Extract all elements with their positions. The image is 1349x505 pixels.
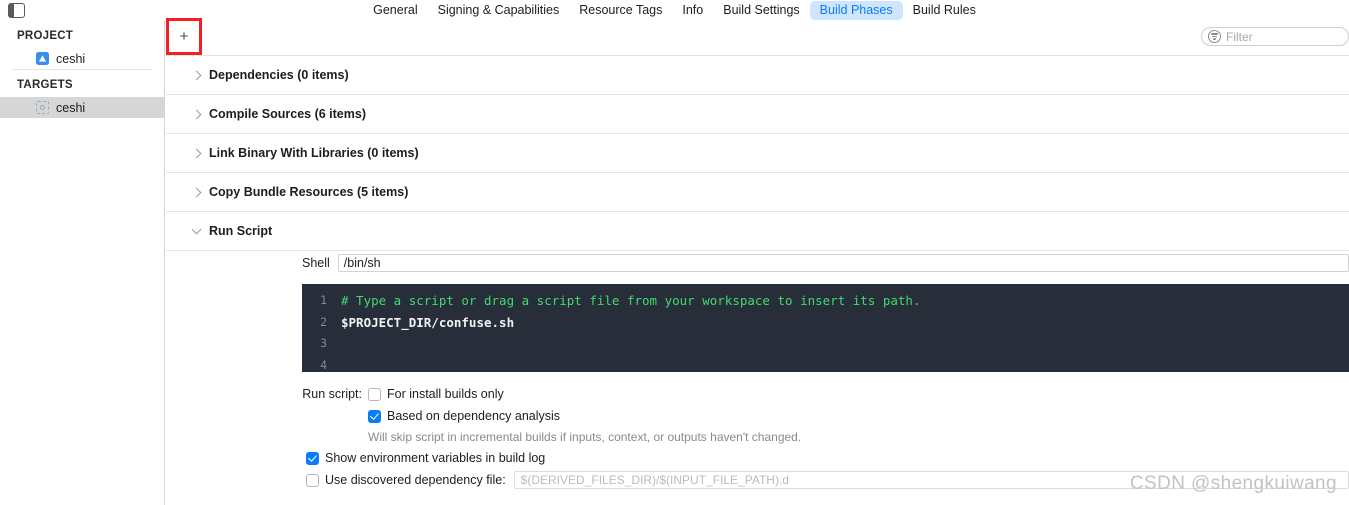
sidebar-project-label: ceshi — [56, 51, 86, 66]
app-target-icon — [36, 101, 49, 114]
shell-row: Shell /bin/sh — [166, 251, 1349, 275]
line-number: 1 — [320, 293, 327, 307]
phase-row-link-binary-with-libraries[interactable]: Link Binary With Libraries (0 items) — [166, 134, 1349, 173]
code-lines[interactable]: # Type a script or drag a script file fr… — [334, 284, 1349, 372]
chevron-right-icon[interactable] — [190, 187, 204, 197]
label-for-install-builds-only: For install builds only — [387, 387, 504, 401]
chevron-right-icon[interactable] — [190, 109, 204, 119]
tab-build-phases[interactable]: Build Phases — [809, 1, 903, 20]
label-show-environment-variables: Show environment variables in build log — [325, 451, 546, 465]
phase-row-compile-sources[interactable]: Compile Sources (6 items) — [166, 95, 1349, 134]
phase-title-compile-sources: Compile Sources (6 items) — [209, 107, 366, 121]
checkbox-show-environment-variables[interactable] — [306, 451, 319, 465]
tab-build-rules[interactable]: Build Rules — [903, 1, 986, 20]
build-phases-toolbar: + Filter — [166, 18, 1349, 56]
label-use-discovered-dependency-file: Use discovered dependency file: — [325, 473, 506, 487]
phase-title-link-binary: Link Binary With Libraries (0 items) — [209, 146, 419, 160]
phase-row-copy-bundle-resources[interactable]: Copy Bundle Resources (5 items) — [166, 173, 1349, 212]
filter-icon — [1208, 30, 1221, 43]
sidebar-item-target-ceshi[interactable]: ceshi — [0, 97, 164, 118]
checkbox-for-install-builds-only[interactable] — [368, 387, 381, 401]
sidebar-section-project: PROJECT — [17, 30, 74, 42]
phase-row-dependencies[interactable]: Dependencies (0 items) — [166, 56, 1349, 95]
chevron-right-icon[interactable] — [190, 148, 204, 158]
build-phases-panel: + Filter Dependencies (0 items) Compile … — [166, 18, 1349, 505]
editor-tab-bar: General Signing & Capabilities Resource … — [0, 0, 1349, 21]
script-code-editor[interactable]: 1 2 3 4 # Type a script or drag a script… — [302, 284, 1349, 372]
chevron-down-icon[interactable] — [190, 224, 204, 235]
xcode-project-icon — [36, 52, 49, 65]
line-number: 4 — [320, 357, 327, 372]
phase-title-copy-bundle-resources: Copy Bundle Resources (5 items) — [209, 185, 409, 199]
top-toolbar: General Signing & Capabilities Resource … — [0, 0, 1349, 22]
tab-general[interactable]: General — [363, 1, 427, 20]
tab-signing-capabilities[interactable]: Signing & Capabilities — [428, 1, 570, 20]
option-row-use-dependency-file: Use discovered dependency file: $(DERIVE… — [306, 469, 1349, 491]
run-script-body: Shell /bin/sh 1 2 3 4 # Type a script or… — [166, 251, 1349, 491]
code-line: $PROJECT_DIR/confuse.sh — [341, 314, 515, 330]
line-number: 2 — [320, 314, 327, 329]
sidebar-target-label: ceshi — [56, 100, 86, 115]
code-line: # Type a script or drag a script file fr… — [341, 293, 921, 308]
run-script-label: Run script: — [302, 387, 362, 401]
tab-info[interactable]: Info — [672, 1, 713, 20]
line-number: 3 — [320, 336, 327, 350]
shell-label: Shell — [302, 256, 330, 270]
phase-row-run-script[interactable]: Run Script — [166, 212, 1349, 251]
tab-build-settings[interactable]: Build Settings — [713, 1, 809, 20]
code-gutter: 1 2 3 4 — [302, 284, 334, 372]
sidebar-section-targets: TARGETS — [17, 79, 73, 91]
checkbox-based-on-dependency-analysis[interactable] — [368, 409, 381, 423]
run-script-options: Run script: For install builds only Base… — [166, 372, 1349, 491]
filter-placeholder: Filter — [1226, 29, 1253, 44]
filter-input[interactable]: Filter — [1201, 27, 1349, 46]
chevron-right-icon[interactable] — [190, 70, 204, 80]
option-row-dependency-analysis: Based on dependency analysis — [368, 405, 1349, 427]
app-target-icon-dot — [40, 105, 45, 110]
checkbox-use-discovered-dependency-file[interactable] — [306, 473, 319, 487]
label-based-on-dependency-analysis: Based on dependency analysis — [387, 409, 561, 423]
project-navigator-sidebar: PROJECT ceshi TARGETS ceshi — [0, 21, 165, 505]
dependency-file-input[interactable]: $(DERIVED_FILES_DIR)/$(INPUT_FILE_PATH).… — [513, 471, 1349, 489]
option-row-show-env: Show environment variables in build log — [306, 447, 1349, 469]
option-row-install-builds: Run script: For install builds only — [166, 383, 1349, 405]
phase-title-run-script: Run Script — [209, 224, 273, 238]
sidebar-item-project-ceshi[interactable]: ceshi — [0, 48, 164, 69]
add-build-phase-button[interactable]: + — [172, 24, 196, 48]
phase-title-dependencies: Dependencies (0 items) — [209, 68, 349, 82]
dependency-analysis-hint: Will skip script in incremental builds i… — [368, 430, 802, 444]
shell-input[interactable]: /bin/sh — [337, 254, 1349, 272]
tab-resource-tags[interactable]: Resource Tags — [569, 1, 672, 20]
